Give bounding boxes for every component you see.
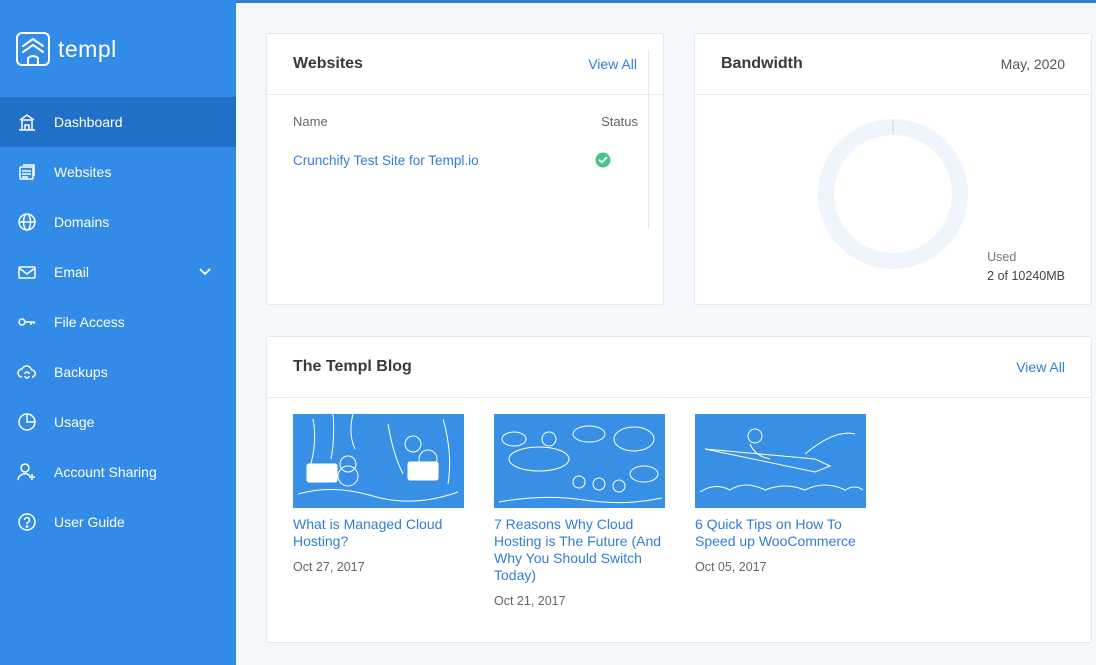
- blog-posts: What is Managed Cloud Hosting? Oct 27, 2…: [293, 414, 896, 608]
- bandwidth-title: Bandwidth: [721, 55, 803, 72]
- sidebar-item-label: Domains: [54, 214, 110, 230]
- globe-icon: [17, 212, 37, 232]
- sidebar-item-label: Websites: [54, 164, 112, 180]
- bandwidth-card: Bandwidth May, 2020 Used 2 of 10240MB: [694, 33, 1092, 305]
- sidebar-item-user-guide[interactable]: User Guide: [0, 497, 236, 547]
- sidebar-item-label: Usage: [54, 414, 95, 430]
- blog-post: What is Managed Cloud Hosting? Oct 27, 2…: [293, 414, 464, 608]
- bandwidth-used-label: Used: [987, 250, 1017, 264]
- help-icon: [17, 512, 37, 532]
- blog-card: The Templ Blog View All What is Managed …: [266, 336, 1092, 643]
- sidebar-nav: Dashboard Websites Domains Email File Ac…: [0, 97, 236, 547]
- website-name-link[interactable]: Crunchify Test Site for Templ.io: [293, 153, 479, 168]
- blog-post-date: Oct 27, 2017: [293, 560, 365, 574]
- bandwidth-used-value: 2 of 10240MB: [987, 269, 1065, 283]
- sidebar-item-label: Backups: [54, 364, 108, 380]
- blog-view-all-link[interactable]: View All: [1016, 359, 1065, 375]
- blog-post: 6 Quick Tips on How To Speed up WooComme…: [695, 414, 866, 608]
- blog-card-header: The Templ Blog View All: [267, 337, 1091, 398]
- bandwidth-date: May, 2020: [1000, 56, 1065, 72]
- sidebar-item-dashboard[interactable]: Dashboard: [0, 97, 236, 147]
- websites-title: Websites: [293, 55, 363, 72]
- blog-post-thumbnail[interactable]: [695, 414, 866, 508]
- sidebar-item-file-access[interactable]: File Access: [0, 297, 236, 347]
- sidebar: templ Dashboard Websites Domains Email F…: [0, 0, 236, 665]
- websites-table-header: Name Status: [293, 95, 638, 129]
- check-circle-icon: [595, 152, 611, 168]
- table-row: Crunchify Test Site for Templ.io: [293, 152, 637, 168]
- chevron-down-icon[interactable]: [198, 264, 212, 278]
- blog-title: The Templ Blog: [293, 358, 412, 375]
- blog-post-date: Oct 05, 2017: [695, 560, 767, 574]
- sidebar-item-domains[interactable]: Domains: [0, 197, 236, 247]
- sidebar-item-label: Email: [54, 264, 90, 280]
- blog-post-date: Oct 21, 2017: [494, 594, 566, 608]
- blog-post-thumbnail[interactable]: [494, 414, 665, 508]
- websites-icon: [17, 162, 37, 182]
- templ-logo-icon: [16, 32, 50, 66]
- blog-post-title[interactable]: What is Managed Cloud Hosting?: [293, 516, 464, 550]
- column-header-name: Name: [293, 114, 328, 129]
- blog-post: 7 Reasons Why Cloud Hosting is The Futur…: [494, 414, 665, 608]
- column-header-status: Status: [601, 114, 638, 129]
- user-plus-icon: [17, 462, 37, 482]
- websites-table: Name Status Crunchify Test Site for Temp…: [267, 95, 663, 168]
- sidebar-item-websites[interactable]: Websites: [0, 147, 236, 197]
- websites-card: Websites View All Name Status Crunchify …: [266, 33, 664, 305]
- sidebar-item-backups[interactable]: Backups: [0, 347, 236, 397]
- bandwidth-usage: Used 2 of 10240MB: [987, 250, 1065, 283]
- brand-name: templ: [58, 35, 117, 62]
- blog-post-title[interactable]: 7 Reasons Why Cloud Hosting is The Futur…: [494, 516, 665, 584]
- sidebar-item-label: Dashboard: [54, 114, 123, 130]
- sidebar-item-account-sharing[interactable]: Account Sharing: [0, 447, 236, 497]
- bandwidth-donut-chart: [818, 119, 968, 269]
- sidebar-item-label: Account Sharing: [54, 464, 157, 480]
- cloud-sync-icon: [17, 362, 37, 382]
- websites-card-header: Websites View All: [267, 34, 663, 95]
- sidebar-item-usage[interactable]: Usage: [0, 397, 236, 447]
- sidebar-item-email[interactable]: Email: [0, 247, 236, 297]
- envelope-icon: [17, 262, 37, 282]
- sidebar-item-label: File Access: [54, 314, 125, 330]
- blog-post-title[interactable]: 6 Quick Tips on How To Speed up WooComme…: [695, 516, 866, 550]
- blog-post-thumbnail[interactable]: [293, 414, 464, 508]
- dashboard-icon: [17, 112, 37, 132]
- pie-chart-icon: [17, 412, 37, 432]
- sidebar-item-label: User Guide: [54, 514, 125, 530]
- websites-scrollbar[interactable]: [648, 50, 649, 228]
- bandwidth-card-header: Bandwidth May, 2020: [695, 34, 1091, 95]
- key-icon: [17, 312, 37, 332]
- brand-logo[interactable]: templ: [16, 32, 117, 66]
- websites-view-all-link[interactable]: View All: [588, 56, 637, 72]
